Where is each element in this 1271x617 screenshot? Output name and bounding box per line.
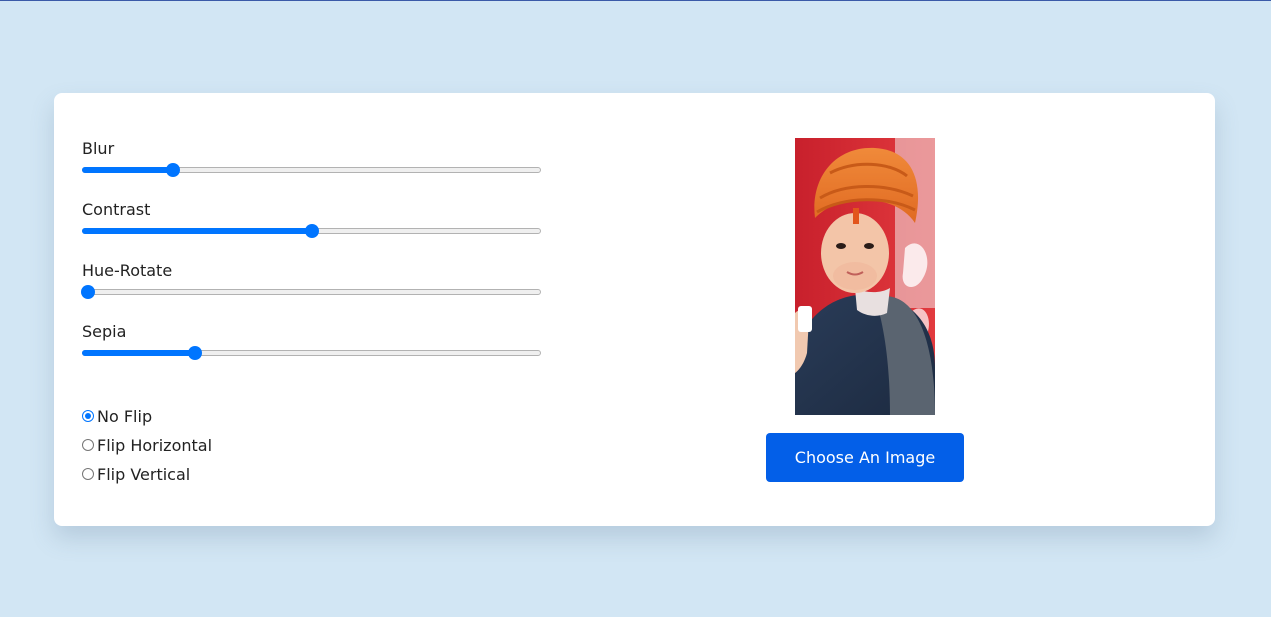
flip-horizontal-label: Flip Horizontal	[97, 436, 213, 455]
flip-options: No Flip Flip Horizontal Flip Vertical	[82, 402, 212, 489]
hue-rotate-label: Hue-Rotate	[82, 261, 173, 280]
sepia-slider-group: Sepia	[82, 322, 542, 383]
choose-image-button[interactable]: Choose An Image	[766, 433, 964, 482]
filter-controls: Blur Contrast Hue-Rotate Sepia	[81, 139, 542, 383]
image-preview	[795, 138, 935, 415]
flip-horizontal-radio[interactable]	[82, 438, 94, 451]
sepia-slider-thumb[interactable]	[188, 346, 203, 360]
contrast-label: Contrast	[82, 200, 151, 219]
flip-vertical-label: Flip Vertical	[97, 465, 191, 484]
hue-rotate-slider-track[interactable]	[82, 289, 541, 295]
flip-option-vertical[interactable]: Flip Vertical	[82, 460, 212, 489]
portrait-photo-icon	[795, 138, 935, 415]
sepia-label: Sepia	[82, 322, 127, 341]
blur-slider-thumb[interactable]	[165, 163, 180, 177]
hue-rotate-slider-thumb[interactable]	[81, 285, 95, 299]
sepia-slider-fill	[82, 350, 196, 356]
contrast-slider-group: Contrast	[82, 200, 542, 261]
blur-slider-fill	[82, 167, 173, 173]
hue-rotate-slider-group: Hue-Rotate	[81, 261, 542, 322]
contrast-slider-fill	[82, 228, 312, 234]
top-border-line	[0, 0, 1271, 1]
flip-option-no-flip[interactable]: No Flip	[82, 402, 212, 431]
editor-card: Blur Contrast Hue-Rotate Sepia No Flip F…	[54, 93, 1215, 526]
no-flip-label: No Flip	[97, 407, 153, 426]
flip-vertical-radio[interactable]	[82, 467, 94, 480]
no-flip-radio[interactable]	[82, 409, 94, 422]
contrast-slider-thumb[interactable]	[304, 224, 319, 238]
flip-option-horizontal[interactable]: Flip Horizontal	[82, 431, 212, 460]
blur-label: Blur	[82, 139, 115, 158]
blur-slider-group: Blur	[82, 139, 542, 200]
